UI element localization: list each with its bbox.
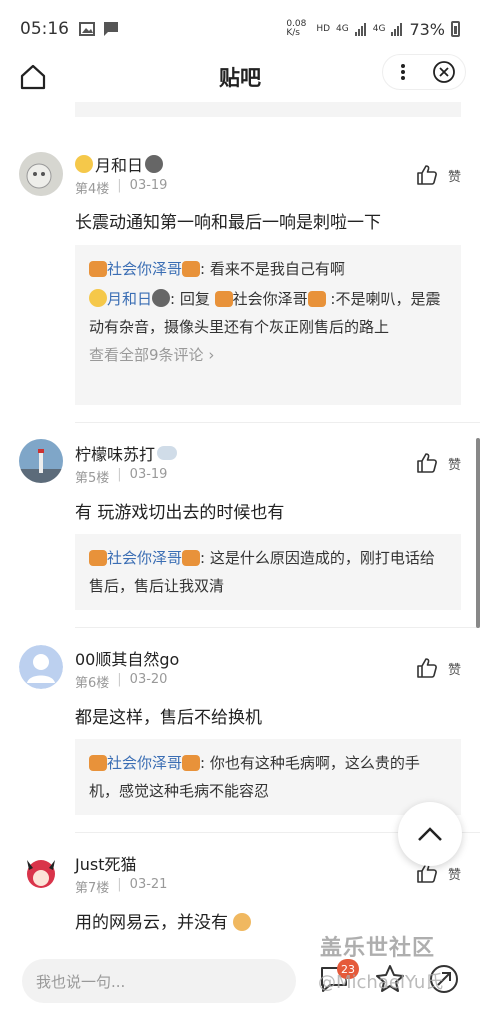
like-label: 赞 [448, 662, 462, 678]
comment-input[interactable]: 我也说一句... [22, 959, 296, 1003]
reply-box[interactable]: 社会你泽哥: 你也有这种毛病啊，这么贵的手机，感觉这种毛病不能容忍 [75, 739, 461, 815]
like-button[interactable]: 赞 [416, 657, 461, 679]
message-icon [104, 22, 118, 36]
thumbs-up-icon [417, 453, 437, 473]
signal-icon-2 [391, 23, 403, 36]
tiger-emoji-icon [89, 755, 107, 771]
tiger-emoji-icon [307, 291, 326, 307]
net-speed: 0.08 K/s [286, 19, 307, 38]
cloud-emoji-icon [157, 446, 178, 460]
floor-number: 第6楼 [75, 676, 110, 691]
like-button[interactable]: 赞 [416, 452, 461, 474]
floor-number: 第7楼 [75, 881, 110, 896]
tiger-emoji-icon [89, 261, 107, 277]
like-button[interactable]: 赞 [416, 164, 461, 186]
previous-post-tail [75, 102, 461, 117]
scrollbar[interactable] [476, 438, 480, 628]
post-content: 用的网易云，并没有 [75, 913, 228, 933]
smile-emoji-icon [75, 155, 93, 173]
post-date: 03-19 [129, 178, 168, 193]
post-floor-4: 月和日 第4楼 | 03-19 赞 长震动通知第一响和最后一响是刺啦一下 社会你泽… [0, 140, 480, 430]
laugh-emoji-icon [233, 913, 252, 931]
watermark-logo: 盖乐世社区 [320, 936, 436, 961]
post-content: 都是这样，售后不给换机 [75, 708, 262, 728]
avatar[interactable] [19, 645, 63, 689]
thumbs-up-icon [417, 658, 437, 678]
post-floor-6: 00顺其自然go 第6楼 | 03-20 赞 都是这样，售后不给换机 社会你泽哥:… [0, 633, 480, 833]
tiger-emoji-icon [89, 550, 107, 566]
reply-item: 社会你泽哥: 你也有这种毛病啊，这么贵的手机，感觉这种毛病不能容忍 [89, 754, 420, 800]
reply-user[interactable]: 月和日 [107, 290, 152, 308]
username[interactable]: Just死猫 [75, 851, 136, 875]
tiger-emoji-icon [182, 755, 201, 771]
thumbs-up-icon [417, 165, 437, 185]
gallery-icon [79, 22, 95, 36]
tiger-emoji-icon [182, 550, 201, 566]
avatar[interactable] [19, 152, 63, 196]
signal-4g-2: 4G [372, 24, 386, 34]
post-date: 03-20 [129, 672, 168, 687]
post-content: 有 玩游戏切出去的时候也有 [75, 503, 285, 523]
app-header: 贴吧 [0, 50, 480, 102]
post-date: 03-21 [129, 877, 168, 892]
username[interactable]: 柠檬味苏打 [75, 441, 155, 465]
reply-target: 社会你泽哥 [232, 290, 308, 308]
battery-percent: 73% [409, 19, 445, 39]
scroll-to-top-button[interactable] [398, 802, 462, 866]
like-label: 赞 [448, 867, 462, 883]
reply-user[interactable]: 社会你泽哥 [107, 549, 182, 567]
post-content: 长震动通知第一响和最后一响是刺啦一下 [75, 213, 381, 233]
reply-item: 月和日: 回复 社会你泽哥 :不是喇叭，是震动有杂音，摄像头里还有个灰正刚售后的… [89, 289, 441, 336]
reply-item: 社会你泽哥: 看来不是我自己有啊 [89, 255, 447, 283]
reply-text: 看来不是我自己有啊 [209, 260, 345, 278]
watermark-author: @MichaelYu氏 [318, 972, 444, 993]
dark-moon-emoji-icon [145, 155, 164, 173]
floor-number: 第4楼 [75, 182, 110, 197]
signal-icon [354, 23, 366, 36]
avatar[interactable] [19, 850, 63, 894]
hd-indicator: HD [316, 24, 331, 34]
divider [75, 627, 480, 628]
reply-user[interactable]: 社会你泽哥 [107, 260, 182, 278]
battery-icon [451, 21, 460, 37]
signal-4g-1: 4G [336, 24, 349, 34]
smile-emoji-icon [89, 289, 107, 307]
post-floor-5: 柠檬味苏打 第5楼 | 03-19 赞 有 玩游戏切出去的时候也有 社会你泽哥: … [0, 428, 480, 628]
avatar[interactable] [19, 439, 63, 483]
post-date: 03-19 [129, 467, 168, 482]
view-all-comments[interactable]: 查看全部9条评论 › [89, 341, 447, 369]
tiger-emoji-icon [214, 291, 233, 307]
chevron-right-icon: › [208, 346, 215, 364]
floor-number: 第5楼 [75, 471, 110, 486]
reply-box[interactable]: 社会你泽哥: 这是什么原因造成的，刚打电话给售后，售后让我双清 [75, 534, 461, 610]
close-icon[interactable] [432, 60, 456, 84]
status-time: 05:16 [20, 19, 69, 39]
more-icon[interactable] [393, 62, 413, 82]
reply-box[interactable]: 社会你泽哥: 看来不是我自己有啊 月和日: 回复 社会你泽哥 :不是喇叭，是震动… [75, 245, 461, 405]
username[interactable]: 月和日 [95, 152, 143, 176]
chevron-up-icon [418, 827, 442, 841]
like-label: 赞 [448, 457, 462, 473]
reply-item: 社会你泽哥: 这是什么原因造成的，刚打电话给售后，售后让我双清 [89, 549, 435, 595]
divider [75, 422, 480, 423]
dark-moon-emoji-icon [152, 289, 171, 307]
reply-user[interactable]: 社会你泽哥 [107, 754, 182, 772]
username[interactable]: 00顺其自然go [75, 646, 179, 670]
mini-capsule [382, 54, 466, 90]
tiger-emoji-icon [182, 261, 201, 277]
like-label: 赞 [448, 169, 462, 185]
